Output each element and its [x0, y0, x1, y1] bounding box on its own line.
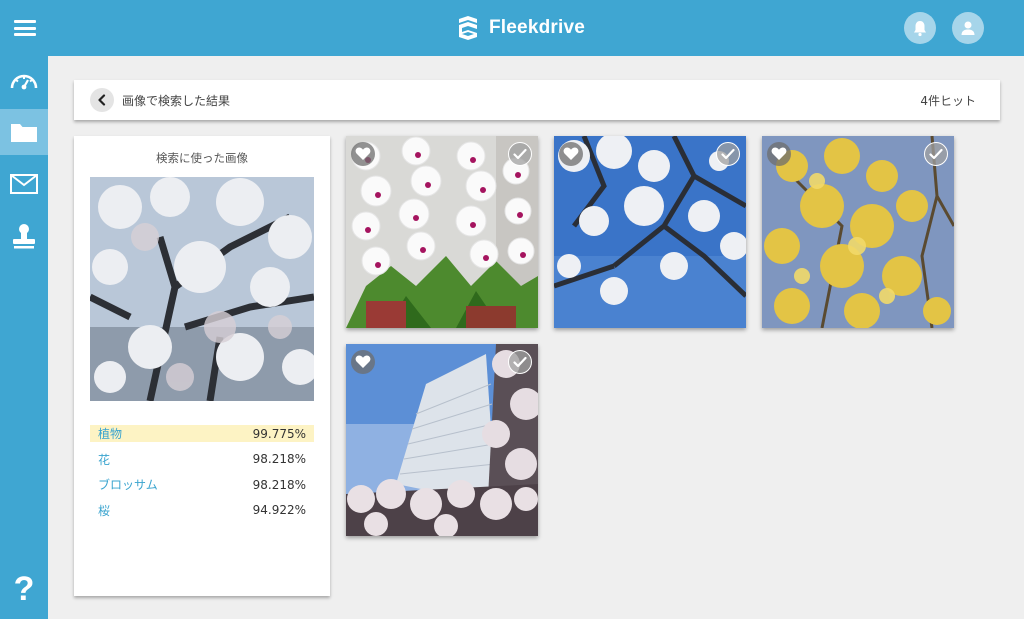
select-checkbox[interactable] — [508, 350, 532, 374]
sidebar-item-dashboard[interactable] — [0, 58, 48, 104]
select-checkbox[interactable] — [716, 142, 740, 166]
result-image — [346, 136, 538, 328]
fleekdrive-logo-icon — [459, 16, 477, 40]
check-icon — [513, 148, 527, 160]
top-bar: Fleekdrive — [0, 0, 1024, 56]
label-name[interactable]: 桜 — [98, 502, 110, 519]
label-score: 99.775% — [252, 426, 306, 441]
select-checkbox[interactable] — [508, 142, 532, 166]
account-button[interactable] — [952, 12, 984, 44]
check-icon — [721, 148, 735, 160]
stamp-icon — [13, 224, 35, 249]
back-button[interactable] — [90, 88, 114, 112]
hit-count: 4件ヒット — [920, 94, 976, 108]
list-item: ブロッサム 98.218% — [90, 476, 314, 493]
label-score: 98.218% — [252, 477, 306, 492]
favorite-button[interactable] — [559, 142, 583, 166]
query-panel-title: 検索に使った画像 — [156, 151, 248, 165]
label-score: 98.218% — [252, 452, 306, 467]
sidebar-item-approval[interactable] — [0, 213, 48, 259]
label-name[interactable]: 植物 — [98, 425, 122, 442]
favorite-button[interactable] — [767, 142, 791, 166]
check-icon — [513, 356, 527, 368]
result-tile-cherry-blue-sky[interactable] — [554, 136, 746, 328]
result-tile-orchids[interactable] — [346, 136, 538, 328]
query-image-panel: 検索に使った画像 植物 99.775% 花 98.218% ブロッサム 98.2… — [74, 136, 330, 596]
label-list: 植物 99.775% 花 98.218% ブロッサム 98.218% 桜 94.… — [90, 425, 314, 527]
heart-icon — [355, 355, 371, 368]
sidebar: ? — [0, 56, 48, 619]
hamburger-icon[interactable] — [14, 20, 36, 36]
select-checkbox[interactable] — [924, 142, 948, 166]
brand-name: Fleekdrive — [489, 17, 585, 38]
label-score: 94.922% — [252, 503, 306, 518]
folder-icon — [11, 124, 37, 142]
page-title: 画像で検索した結果 — [122, 94, 231, 108]
speedometer-icon — [10, 74, 38, 90]
sidebar-item-files[interactable] — [0, 109, 48, 155]
result-tile-building-cherry[interactable] — [346, 344, 538, 536]
heart-icon — [563, 147, 579, 160]
result-tile-yellow-blossoms[interactable] — [762, 136, 954, 328]
help-icon[interactable]: ? — [0, 569, 48, 609]
favorite-button[interactable] — [351, 350, 375, 374]
result-image — [554, 136, 746, 328]
check-icon — [929, 148, 943, 160]
list-item: 桜 94.922% — [90, 502, 314, 519]
result-image — [762, 136, 954, 328]
bell-icon — [914, 21, 926, 37]
notifications-button[interactable] — [904, 12, 936, 44]
heart-icon — [771, 147, 787, 160]
sidebar-item-messages[interactable] — [0, 161, 48, 207]
heart-icon — [355, 147, 371, 160]
label-name[interactable]: 花 — [98, 451, 110, 468]
envelope-icon — [10, 174, 38, 194]
user-icon — [961, 21, 975, 35]
brand[interactable]: Fleekdrive — [454, 13, 585, 43]
query-image — [90, 177, 314, 401]
list-item: 花 98.218% — [90, 451, 314, 468]
search-results-header: 画像で検索した結果 4件ヒット — [74, 80, 1000, 120]
result-image — [346, 344, 538, 536]
list-item: 植物 99.775% — [90, 425, 314, 442]
chevron-left-icon — [98, 94, 106, 106]
label-name[interactable]: ブロッサム — [98, 476, 158, 493]
favorite-button[interactable] — [351, 142, 375, 166]
